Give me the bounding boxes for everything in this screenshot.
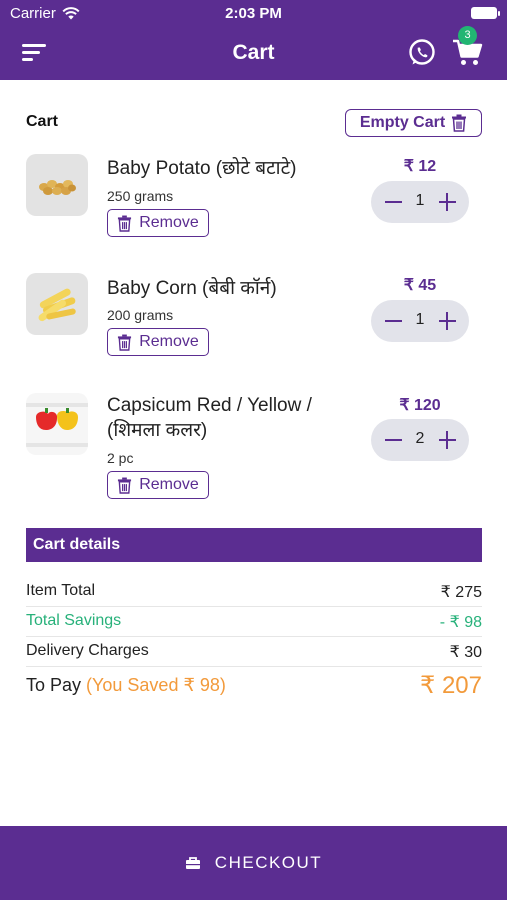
delivery-charges-value: ₹ 30 [449, 644, 482, 661]
decrease-button[interactable] [375, 419, 411, 461]
total-savings-row: Total Savings - ₹ 98 [26, 612, 482, 632]
product-quantity: 2 pc [107, 450, 134, 466]
product-price: ₹ 45 [403, 277, 437, 294]
remove-label: Remove [139, 476, 199, 493]
status-time: 2:03 PM [225, 5, 282, 22]
remove-button[interactable]: Remove [107, 328, 209, 356]
remove-label: Remove [139, 214, 199, 231]
checkout-button[interactable]: CHECKOUT [0, 826, 507, 900]
remove-button[interactable]: Remove [107, 209, 209, 237]
empty-cart-label: Empty Cart [359, 114, 446, 131]
status-bar: Carrier 2:03 PM [0, 0, 507, 28]
cart-details-heading: Cart details [26, 528, 482, 562]
divider [26, 606, 482, 607]
item-total-row: Item Total ₹ 275 [26, 582, 482, 602]
app-header: Carrier 2:03 PM Cart 3 [0, 0, 507, 80]
remove-button[interactable]: Remove [107, 471, 209, 499]
trash-icon [118, 215, 132, 232]
cart-count-badge: 3 [458, 26, 477, 45]
quantity-stepper: 1 [371, 300, 469, 342]
total-savings-value: - ₹ 98 [439, 614, 482, 631]
to-pay-row: To Pay (You Saved ₹ 98) ₹ 207 [26, 671, 482, 700]
delivery-charges-row: Delivery Charges ₹ 30 [26, 642, 482, 662]
product-name: Baby Corn (बेबी कॉर्न) [107, 278, 277, 299]
increase-button[interactable] [429, 419, 465, 461]
battery-icon [471, 7, 500, 19]
you-saved-note: (You Saved ₹ 98) [86, 675, 226, 695]
whatsapp-icon[interactable] [407, 38, 437, 68]
quantity-stepper: 2 [371, 419, 469, 461]
trash-icon [118, 477, 132, 494]
product-quantity: 250 grams [107, 188, 174, 204]
item-total-value: ₹ 275 [440, 584, 482, 601]
bag-icon [185, 857, 200, 869]
to-pay-label-group: To Pay (You Saved ₹ 98) [26, 675, 226, 696]
increase-button[interactable] [429, 181, 465, 223]
divider [26, 666, 482, 667]
trash-icon [118, 334, 132, 351]
to-pay-value: ₹ 207 [420, 672, 482, 699]
item-total-label: Item Total [26, 582, 96, 599]
trash-icon [452, 114, 467, 132]
nav-bar: Cart 3 [0, 26, 507, 80]
product-image-baby-potato [26, 154, 88, 216]
product-price: ₹ 120 [399, 397, 441, 414]
empty-cart-button[interactable]: Empty Cart [345, 109, 482, 137]
product-image-capsicum [26, 393, 88, 455]
decrease-button[interactable] [375, 300, 411, 342]
cart-section-label: Cart [26, 113, 59, 130]
product-name: Capsicum Red / Yellow / (शिमला कलर) [107, 395, 312, 441]
delivery-charges-label: Delivery Charges [26, 642, 149, 659]
product-name: Baby Potato (छोटे बटाटे) [107, 158, 297, 179]
checkout-label: CHECKOUT [214, 853, 323, 872]
to-pay-label: To Pay [26, 675, 82, 695]
product-price: ₹ 12 [403, 158, 437, 175]
product-image-baby-corn [26, 273, 88, 335]
increase-button[interactable] [429, 300, 465, 342]
product-quantity: 200 grams [107, 307, 174, 323]
total-savings-label: Total Savings [26, 612, 122, 629]
quantity-stepper: 1 [371, 181, 469, 223]
divider [26, 636, 482, 637]
decrease-button[interactable] [375, 181, 411, 223]
remove-label: Remove [139, 333, 199, 350]
